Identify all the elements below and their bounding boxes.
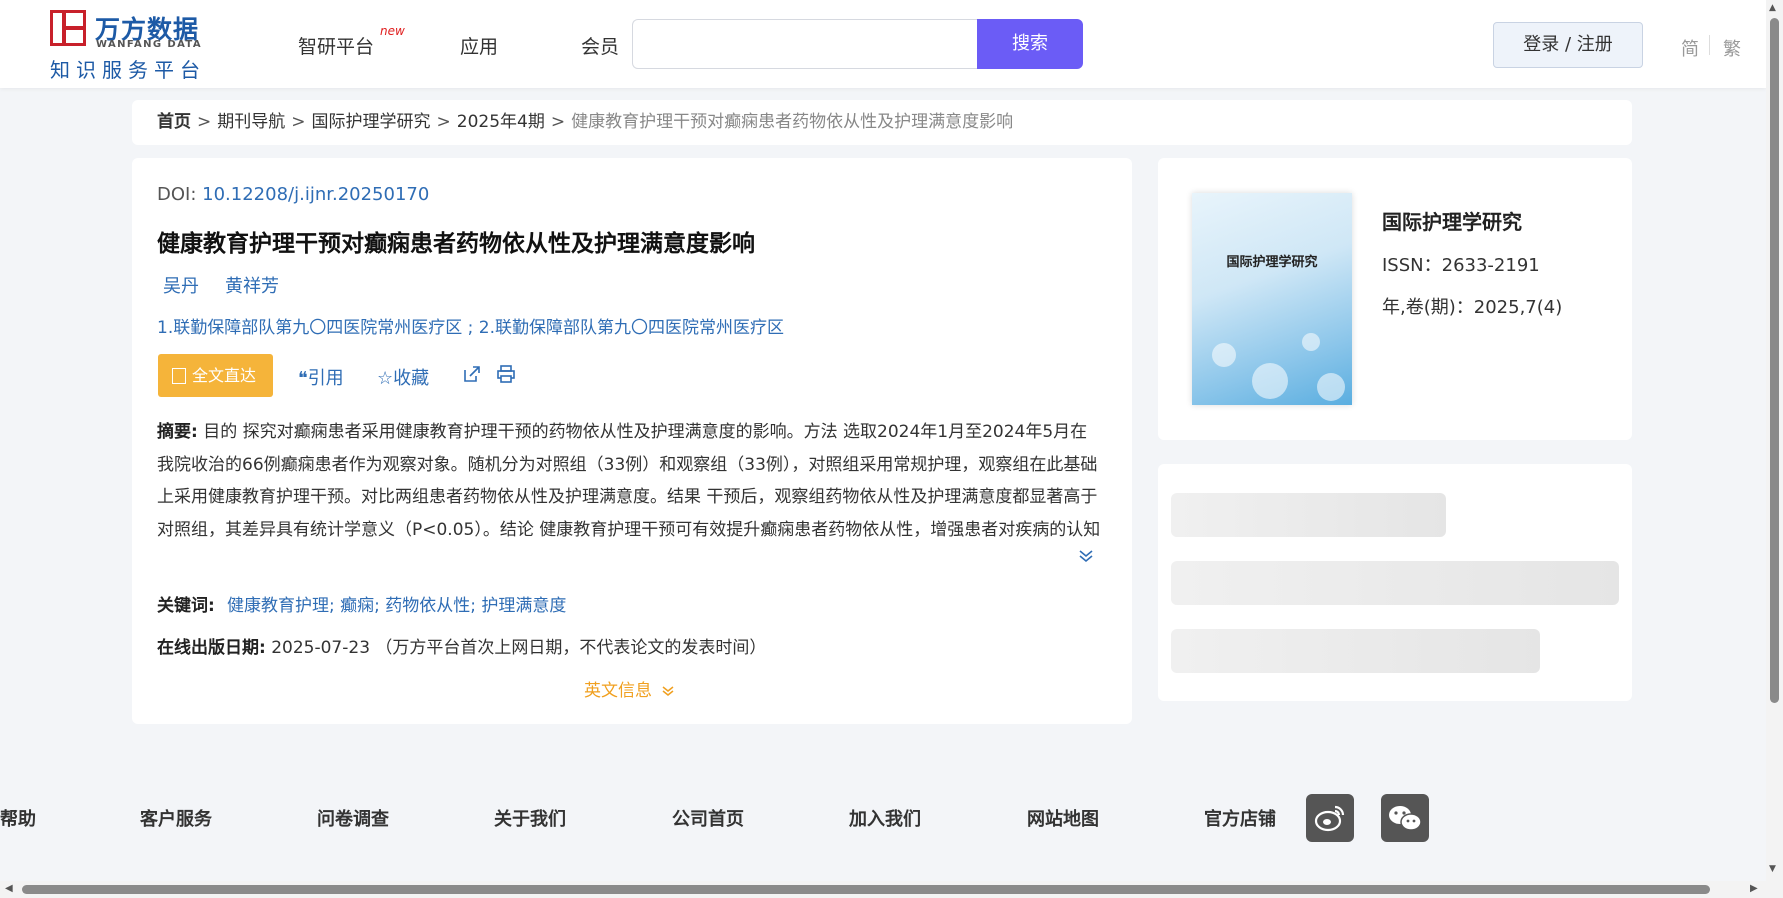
fulltext-button[interactable]: 全文直达 [158, 354, 273, 397]
footer-help[interactable]: 帮助 [0, 805, 36, 831]
keywords-label: 关键词: [157, 596, 215, 616]
keywords-list: 健康教育护理; 癫痫; 药物依从性; 护理满意度 [227, 591, 566, 616]
footer-company-home[interactable]: 公司首页 [672, 805, 744, 831]
doi-label: DOI: [157, 184, 197, 205]
horizontal-scrollbar[interactable]: ◀ ▶ [0, 881, 1766, 898]
favorite-button[interactable]: ☆收藏 [377, 364, 429, 390]
english-info-label: 英文信息 [584, 681, 652, 701]
breadcrumb-current: 健康教育护理干预对癫痫患者药物依从性及护理满意度影响 [571, 112, 1014, 132]
expand-abstract-icon[interactable] [1078, 548, 1094, 567]
keyword-link[interactable]: 护理满意度 [481, 596, 566, 616]
nav-zhiyan[interactable]: 智研平台 [298, 32, 374, 59]
free-doc-icon [172, 368, 186, 384]
article-card: DOI: 10.12208/j.ijnr.20250170 健康教育护理干预对癫… [132, 158, 1132, 724]
lang-traditional[interactable]: 繁 [1723, 35, 1741, 61]
cover-bubble [1252, 363, 1288, 399]
skeleton-bar [1171, 629, 1540, 673]
wanfang-logo-icon [50, 10, 86, 46]
keyword-link[interactable]: 健康教育护理 [227, 596, 329, 616]
author-link[interactable]: 黄祥芳 [225, 272, 279, 298]
author-link[interactable]: 吴丹 [163, 272, 199, 298]
chevron-down-icon [662, 686, 674, 696]
publish-date: 在线出版日期: 2025-07-23 （万方平台首次上网日期，不代表论文的发表时… [157, 633, 766, 658]
breadcrumb-journal[interactable]: 国际护理学研究 [312, 112, 431, 132]
keyword-link[interactable]: 药物依从性 [385, 596, 470, 616]
breadcrumb-sep: > [291, 112, 306, 132]
logo-en-text: WANFANG DATA [96, 39, 203, 50]
journal-cover[interactable]: 国际护理学研究 [1192, 193, 1352, 405]
abstract: 摘要: 目的 探究对癫痫患者采用健康教育护理干预的药物依从性及护理满意度的影响。… [157, 416, 1102, 546]
quote-icon: ❝ [298, 368, 308, 389]
footer-sitemap[interactable]: 网站地图 [1027, 805, 1099, 831]
journal-issn: ISSN：2633-2191 [1382, 255, 1540, 276]
doi-link[interactable]: 10.12208/j.ijnr.20250170 [202, 184, 429, 205]
scroll-up-arrow-icon[interactable]: ▲ [1769, 3, 1776, 13]
article-title: 健康教育护理干预对癫痫患者药物依从性及护理满意度影响 [157, 231, 755, 257]
cover-bubble [1317, 373, 1345, 401]
wanfang-logo[interactable]: 万方数据 WANFANG DATA 知识服务平台 [50, 10, 220, 82]
journal-volume: 年,卷(期)：2025,7(4) [1382, 297, 1563, 318]
horizontal-scroll-thumb[interactable] [22, 885, 1710, 894]
weibo-icon[interactable] [1306, 794, 1354, 842]
scroll-down-arrow-icon[interactable]: ▼ [1769, 864, 1776, 874]
scroll-right-arrow-icon[interactable]: ▶ [1750, 883, 1758, 894]
footer-store[interactable]: 官方店铺 [1204, 805, 1276, 831]
keyword-link[interactable]: 癫痫 [340, 596, 374, 616]
breadcrumb-sep: > [197, 112, 212, 132]
search-button[interactable]: 搜索 [977, 19, 1083, 69]
fulltext-label: 全文直达 [192, 366, 257, 385]
vertical-scrollbar[interactable]: ▲ ▼ [1766, 0, 1783, 898]
nav-new-badge: new [380, 24, 405, 38]
loading-skeleton-card [1158, 464, 1632, 701]
keyword-sep: ; [374, 596, 380, 616]
top-header: 万方数据 WANFANG DATA 知识服务平台 智研平台 new 应用 会员 … [0, 0, 1766, 88]
cite-button[interactable]: ❝引用 [298, 364, 344, 390]
cite-label: 引用 [307, 368, 344, 389]
breadcrumb-home[interactable]: 首页 [157, 112, 191, 132]
lang-divider [1709, 35, 1710, 55]
print-icon[interactable] [496, 364, 516, 389]
english-info-toggle[interactable]: 英文信息 [584, 676, 675, 701]
footer-survey[interactable]: 问卷调查 [317, 805, 389, 831]
publish-date-note: （万方平台首次上网日期，不代表论文的发表时间） [375, 638, 767, 658]
scroll-left-arrow-icon[interactable]: ◀ [5, 883, 13, 894]
search-input[interactable] [632, 19, 978, 69]
breadcrumb-issue[interactable]: 2025年4期 [457, 112, 545, 132]
skeleton-bar [1171, 493, 1446, 537]
login-register-button[interactable]: 登录 / 注册 [1493, 22, 1643, 68]
footer-join[interactable]: 加入我们 [849, 805, 921, 831]
cover-bubble [1302, 333, 1320, 351]
nav-membership[interactable]: 会员 [581, 32, 619, 59]
breadcrumb: 首页 > 期刊导航 > 国际护理学研究 >2025年4期 > 健康教育护理干预对癫痫患者药物依… [132, 100, 1632, 145]
journal-card: 国际护理学研究 国际护理学研究 ISSN：2633-2191 年,卷(期)：20… [1158, 158, 1632, 440]
abstract-text: 目的 探究对癫痫患者采用健康教育护理干预的药物依从性及护理满意度的影响。方法 选… [157, 422, 1101, 540]
breadcrumb-journal-nav[interactable]: 期刊导航 [217, 112, 285, 132]
nav-apps[interactable]: 应用 [460, 32, 498, 59]
doi-line: DOI: 10.12208/j.ijnr.20250170 [157, 184, 429, 205]
skeleton-bar [1171, 561, 1619, 605]
cover-bubble [1212, 343, 1236, 367]
cover-title: 国际护理学研究 [1226, 255, 1318, 270]
breadcrumb-sep: > [550, 112, 566, 132]
logo-sub-text: 知识服务平台 [50, 58, 206, 82]
publish-date-label: 在线出版日期: [157, 638, 266, 658]
footer-customer-service[interactable]: 客户服务 [140, 805, 212, 831]
favorite-label: 收藏 [393, 368, 430, 389]
lang-simplified[interactable]: 简 [1681, 35, 1699, 61]
vertical-scroll-thumb[interactable] [1770, 18, 1779, 703]
publish-date-value: 2025-07-23 [271, 638, 371, 658]
affiliations[interactable]: 1.联勤保障部队第九〇四医院常州医疗区 ; 2.联勤保障部队第九〇四医院常州医疗… [157, 313, 784, 338]
keyword-sep: ; [470, 596, 477, 616]
footer-about[interactable]: 关于我们 [494, 805, 566, 831]
wechat-icon[interactable] [1381, 794, 1429, 842]
journal-name[interactable]: 国际护理学研究 [1382, 206, 1522, 235]
share-icon[interactable] [462, 364, 482, 389]
breadcrumb-sep: > [436, 112, 451, 132]
star-icon: ☆ [377, 368, 394, 389]
keyword-sep: ; [329, 596, 335, 616]
abstract-label: 摘要: [157, 422, 198, 442]
